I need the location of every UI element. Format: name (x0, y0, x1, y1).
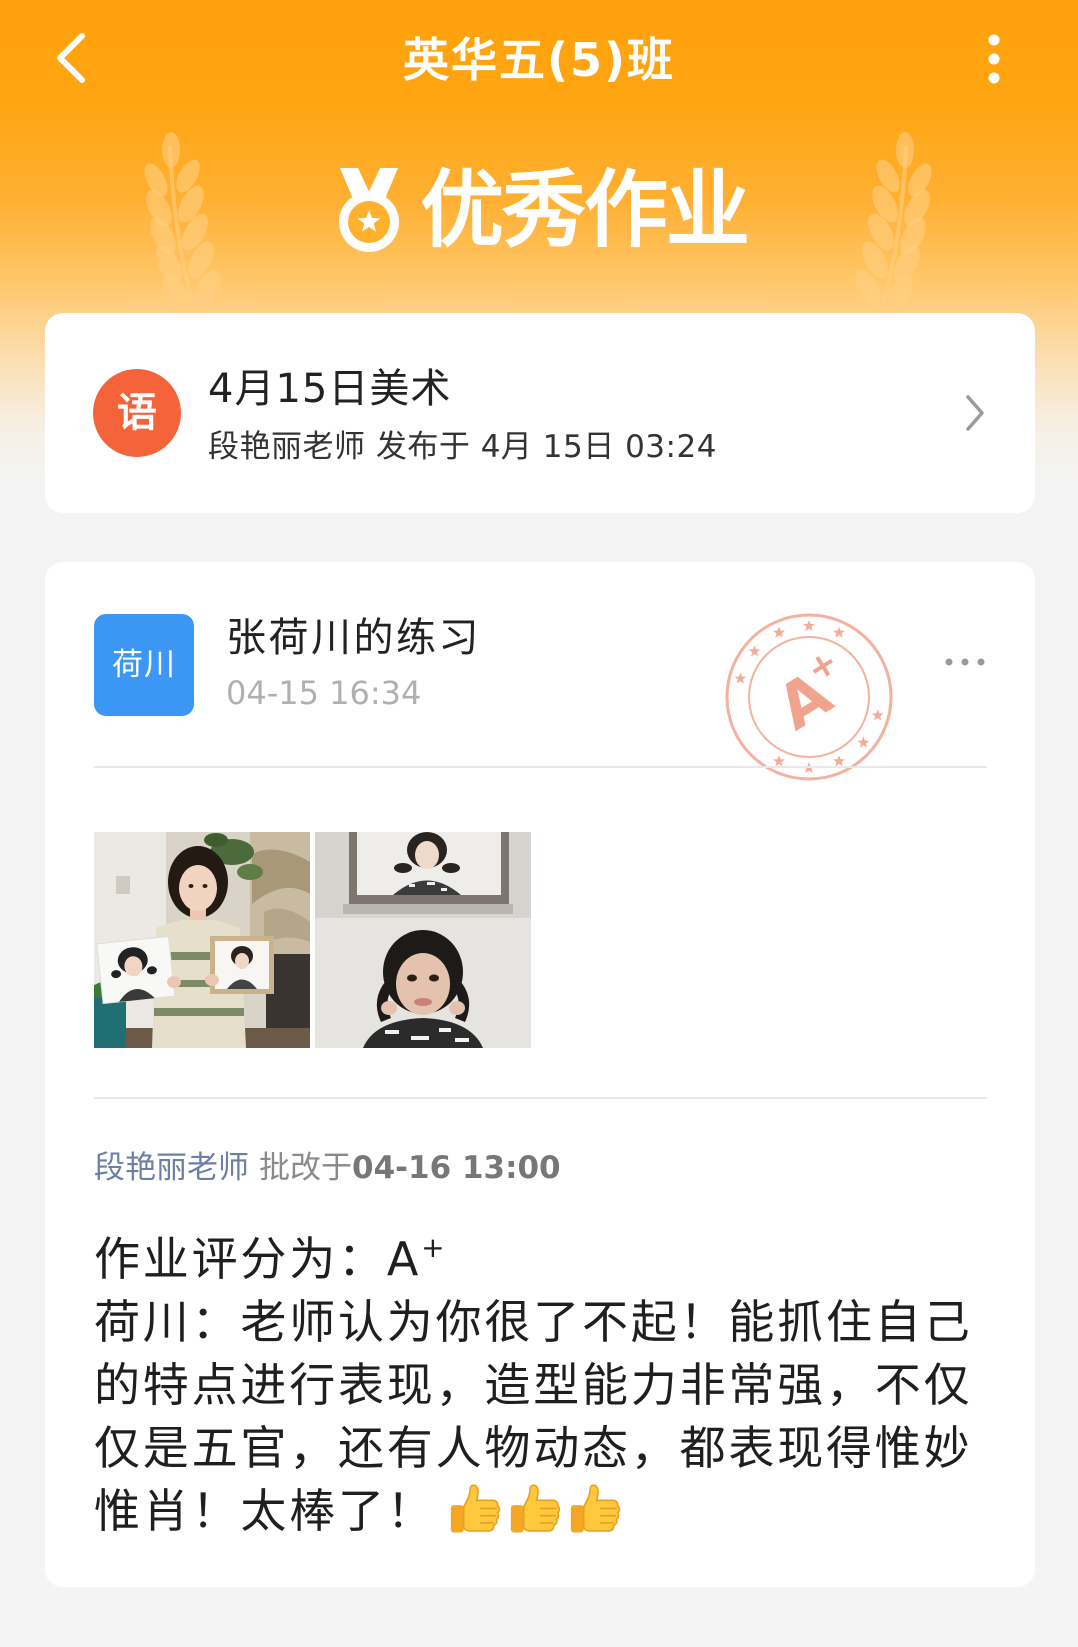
grade-stamp: A + (725, 613, 893, 781)
grade-label: 作业评分为： (94, 1232, 387, 1286)
page-title: 英华五(5)班 (402, 33, 676, 87)
divider (94, 1097, 987, 1099)
assignment-card[interactable]: 语 4月15日美术 段艳丽老师 发布于 4月 15日 03:24 (45, 313, 1035, 513)
divider (94, 766, 987, 768)
medal-icon (339, 168, 399, 252)
thumbs-up-icon (450, 1484, 500, 1533)
submission-time: 04-15 16:34 (226, 674, 422, 712)
photo-scene (94, 832, 310, 1048)
comment-line-text: 惟肖！太棒了！ (94, 1484, 436, 1538)
photo-scene (315, 832, 531, 1048)
assignment-title: 4月15日美术 (208, 366, 452, 412)
grade-sup: + (421, 1231, 445, 1264)
photo-thumbnail-1[interactable] (94, 832, 310, 1048)
grade-line: 作业评分为：A+ (94, 1228, 1014, 1291)
grade-value: A (386, 1232, 422, 1286)
review-meta: 段艳丽老师 批改于04-16 13:00 (94, 1148, 561, 1188)
comment-line: 荷川：老师认为你很了不起！能抓住自己 (94, 1295, 973, 1349)
review-time: 04-16 13:00 (352, 1150, 561, 1186)
reviewer-name[interactable]: 段艳丽老师 (94, 1150, 249, 1186)
submission-card: 荷川 张荷川的练习 04-15 16:34 A + 段艳丽老师 批改于04-16… (45, 562, 1035, 1587)
review-action: 批改于 (259, 1150, 352, 1186)
review-comment: 作业评分为：A+ 荷川：老师认为你很了不起！能抓住自己 的特点进行表现，造型能力… (94, 1228, 1014, 1543)
avatar[interactable]: 荷川 (94, 614, 194, 716)
chevron-right-icon[interactable] (962, 393, 988, 433)
thumbs-up-icon (570, 1484, 620, 1533)
assignment-meta: 段艳丽老师 发布于 4月 15日 03:24 (208, 429, 717, 465)
submission-title: 张荷川的练习 (226, 615, 481, 661)
more-vertical-icon[interactable] (982, 32, 1006, 86)
comment-line: 惟肖！太棒了！ (94, 1480, 1014, 1543)
comment-line: 仅是五官，还有人物动态，都表现得惟妙 (94, 1421, 973, 1475)
subject-badge: 语 (93, 369, 181, 457)
wheat-right-icon (855, 132, 932, 314)
thumbs-up-icon (510, 1484, 560, 1533)
wheat-left-icon (144, 132, 221, 314)
photo-thumbnail-2[interactable] (315, 832, 531, 1048)
comment-line: 的特点进行表现，造型能力非常强，不仅 (94, 1358, 973, 1412)
more-horizontal-icon[interactable] (941, 652, 989, 672)
banner-title: 优秀作业 (420, 161, 750, 259)
